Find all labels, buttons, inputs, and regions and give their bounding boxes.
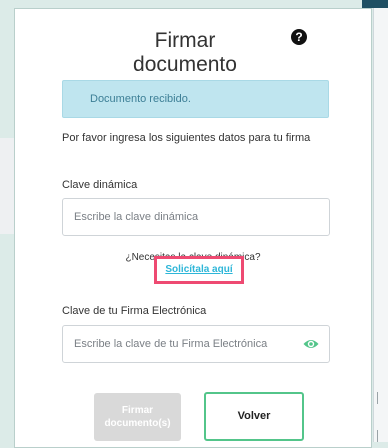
signature-key-input[interactable]: Escribe la clave de tu Firma Electrónica bbox=[62, 325, 330, 363]
help-icon[interactable]: ? bbox=[291, 29, 307, 45]
background-scrollbar bbox=[373, 8, 388, 442]
dialog-title: Firmar documento bbox=[115, 29, 255, 77]
instructions-text: Por favor ingresa los siguientes datos p… bbox=[62, 132, 311, 144]
background-tick bbox=[377, 392, 378, 404]
request-key-link[interactable]: Solicítala aquí bbox=[165, 264, 232, 275]
sign-button-line2: documento(s) bbox=[104, 418, 171, 429]
dynamic-key-input[interactable]: Escribe la clave dinámica bbox=[62, 198, 330, 236]
background-header-strip bbox=[362, 0, 388, 8]
sign-document-dialog: Firmar documento ? Documento recibido. P… bbox=[14, 8, 372, 448]
dynamic-key-placeholder: Escribe la clave dinámica bbox=[74, 211, 199, 223]
dialog-title-line1: Firmar bbox=[154, 29, 216, 52]
signature-key-label: Clave de tu Firma Electrónica bbox=[62, 305, 207, 317]
background-tick bbox=[377, 430, 378, 442]
dialog-title-line2: documento bbox=[133, 53, 237, 76]
request-key-link-highlight: Solicítala aquí bbox=[154, 256, 244, 284]
dynamic-key-label: Clave dinámica bbox=[62, 179, 138, 191]
sign-document-button[interactable]: Firmar documento(s) bbox=[94, 393, 181, 441]
sign-button-line1: Firmar bbox=[121, 405, 154, 416]
eye-icon[interactable] bbox=[303, 338, 319, 350]
signature-key-placeholder: Escribe la clave de tu Firma Electrónica bbox=[74, 338, 268, 350]
status-alert: Documento recibido. bbox=[62, 80, 329, 118]
back-button[interactable]: Volver bbox=[204, 392, 304, 441]
